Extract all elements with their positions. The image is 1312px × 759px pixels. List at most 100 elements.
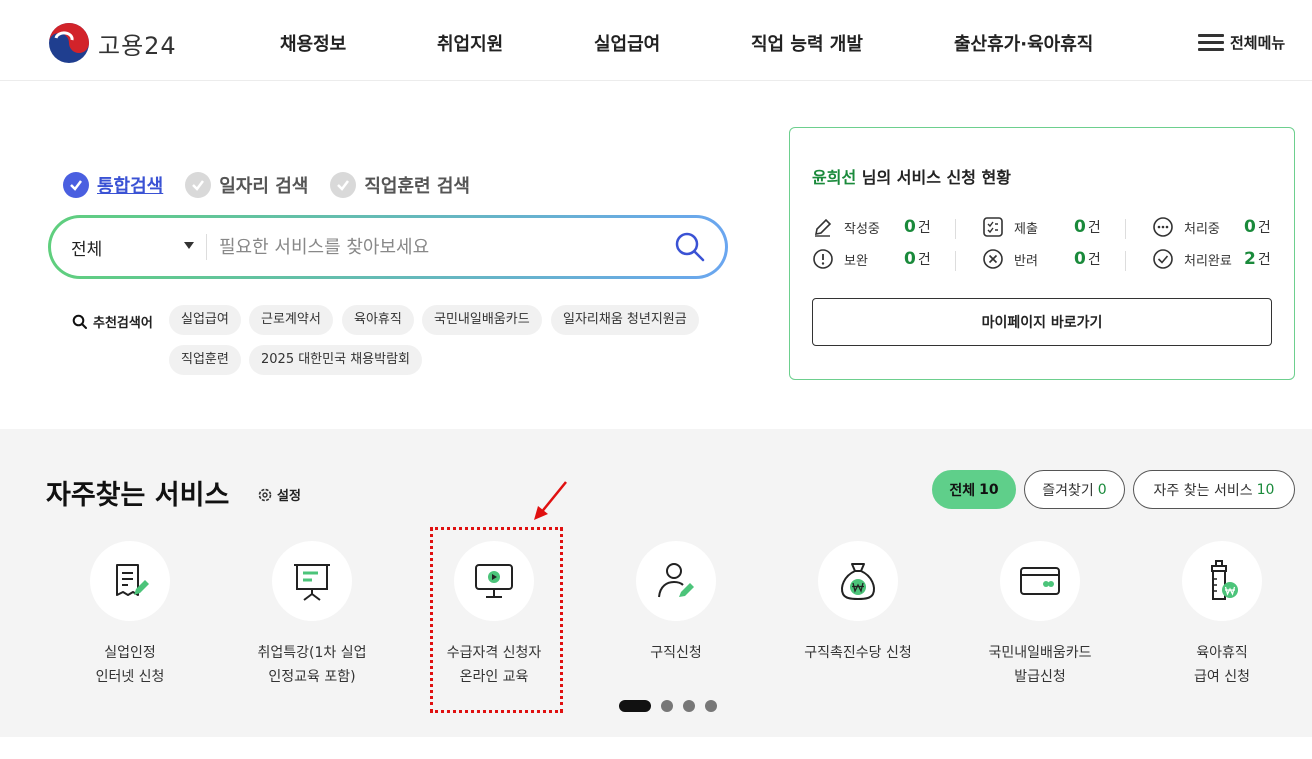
filter-label: 즐겨찾기 [1042, 482, 1094, 499]
card-icon [1020, 567, 1060, 595]
presentation-board-icon [294, 564, 330, 601]
service-employment-lecture[interactable]: 취업특강(1차 실업 인정교육 포함) [227, 541, 397, 689]
tab-training-search[interactable]: 직업훈련 검색 [330, 172, 470, 198]
person-pen-icon [658, 563, 694, 598]
stat-label: 반려 [1014, 253, 1038, 269]
service-job-application[interactable]: 구직신청 [591, 541, 761, 665]
service-label: 실업인정 인터넷 신청 [95, 645, 165, 685]
stat-count: 2 [1244, 249, 1256, 269]
service-label: 취업특강(1차 실업 인정교육 포함) [257, 645, 367, 685]
keyword-chip[interactable]: 근로계약서 [249, 305, 333, 335]
keyword-chip[interactable]: 직업훈련 [169, 345, 241, 375]
divider [1125, 251, 1126, 271]
all-menu-label: 전체메뉴 [1230, 34, 1286, 52]
stat-count: 0 [1074, 249, 1086, 269]
stat-unit: 건 [917, 252, 931, 268]
recommend-label-text: 추천검색어 [93, 316, 153, 331]
settings-label: 설정 [277, 489, 301, 504]
stat-rejected[interactable]: 반려 0건 [982, 248, 1101, 270]
site-logo[interactable]: 고용24 [48, 22, 177, 64]
tab-job-search[interactable]: 일자리 검색 [185, 172, 308, 198]
search-input[interactable] [219, 231, 659, 263]
filter-count: 10 [1256, 481, 1275, 498]
user-name: 윤희선 [812, 168, 857, 187]
keyword-chip[interactable]: 2025 대한민국 채용박람회 [249, 345, 422, 375]
keyword-chip[interactable]: 국민내일배움카드 [422, 305, 542, 335]
filter-all-button[interactable]: 전체 10 [932, 470, 1016, 509]
mypage-button[interactable]: 마이페이지 바로가기 [812, 298, 1272, 346]
keyword-chip[interactable]: 실업급여 [169, 305, 241, 335]
caret-down-icon [184, 242, 194, 249]
stat-unit: 건 [1257, 252, 1271, 268]
filter-label: 자주 찾는 서비스 [1153, 482, 1253, 499]
keyword-chip[interactable]: 일자리채움 청년지원금 [551, 305, 699, 335]
service-status-card: 윤희선 님의 서비스 신청 현황 작성중 0건 제출 0건 처리중 0건 보완 … [789, 127, 1295, 380]
keyword-chip[interactable]: 육아휴직 [342, 305, 414, 335]
stat-label: 처리중 [1184, 221, 1220, 237]
service-job-seeking-allowance[interactable]: 구직촉진수당 신청 [773, 541, 943, 665]
tab-label: 직업훈련 검색 [364, 176, 470, 197]
x-circle-icon [983, 249, 1003, 269]
search-button[interactable] [673, 230, 707, 268]
stat-submitted[interactable]: 제출 0건 [982, 216, 1101, 238]
pagination-dot-3[interactable] [683, 700, 695, 712]
filter-frequent-button[interactable]: 자주 찾는 서비스 10 [1133, 470, 1295, 509]
pagination-dot-2[interactable] [661, 700, 673, 712]
annotation-arrow-icon [534, 481, 567, 520]
search-category-value: 전체 [71, 240, 103, 260]
status-card-title: 윤희선 님의 서비스 신청 현황 [812, 164, 1011, 188]
recommended-keywords-label: 추천검색어 [72, 312, 153, 331]
service-icon-circle [818, 541, 898, 621]
alert-icon [813, 249, 833, 269]
stat-label: 보완 [844, 253, 868, 269]
pagination-dot-1[interactable] [619, 700, 651, 712]
checklist-icon [983, 217, 1003, 237]
check-circle-icon [1153, 249, 1173, 269]
service-label: 구직신청 [650, 645, 702, 661]
favorite-services-section: 자주찾는 서비스 설정 전체 10 즐겨찾기 0 자주 찾는 서비스 10 실업… [0, 429, 1312, 737]
filter-bookmarks-button[interactable]: 즐겨찾기 0 [1024, 470, 1125, 509]
service-icon-circle [1182, 541, 1262, 621]
stat-processing[interactable]: 처리중 0건 [1152, 216, 1271, 238]
check-icon [185, 172, 212, 198]
search-icon [675, 232, 705, 262]
stat-count: 0 [1244, 217, 1256, 237]
divider [955, 251, 956, 271]
service-unemployment-recognition[interactable]: 실업인정 인터넷 신청 [45, 541, 215, 689]
stat-writing[interactable]: 작성중 0건 [812, 216, 931, 238]
document-pen-icon [116, 564, 149, 596]
pencil-icon [814, 218, 832, 237]
settings-button[interactable]: 설정 [257, 485, 301, 504]
baby-bottle-icon [1211, 560, 1238, 600]
search-tabs: 통합검색 일자리 검색 직업훈련 검색 [63, 172, 470, 198]
emblem-icon [49, 23, 89, 63]
service-label: 육아휴직 급여 신청 [1194, 645, 1250, 685]
divider [1125, 219, 1126, 239]
service-learning-card[interactable]: 국민내일배움카드 발급신청 [955, 541, 1125, 689]
filter-label: 전체 [949, 482, 976, 499]
annotation-highlight-box [430, 527, 563, 713]
nav-parental-leave[interactable]: 출산휴가·육아휴직 [954, 30, 1093, 56]
check-icon [330, 172, 357, 198]
nav-job-info[interactable]: 채용정보 [280, 30, 346, 56]
gear-icon [258, 488, 272, 501]
all-menu-button[interactable]: 전체메뉴 [1198, 30, 1285, 55]
tab-label: 일자리 검색 [219, 176, 309, 197]
stat-unit: 건 [1087, 252, 1101, 268]
nav-employment-support[interactable]: 취업지원 [437, 30, 503, 56]
service-parental-leave-benefit[interactable]: 육아휴직 급여 신청 [1137, 541, 1307, 689]
pagination-dot-4[interactable] [705, 700, 717, 712]
stat-supplement[interactable]: 보완 0건 [812, 248, 931, 270]
stat-count: 0 [1074, 217, 1086, 237]
more-icon [1153, 217, 1173, 237]
status-title-suffix: 님의 서비스 신청 현황 [856, 168, 1011, 187]
stat-label: 작성중 [844, 221, 880, 237]
service-label: 국민내일배움카드 발급신청 [988, 645, 1092, 685]
nav-unemployment-benefit[interactable]: 실업급여 [594, 30, 660, 56]
stat-label: 제출 [1014, 221, 1038, 237]
stat-completed[interactable]: 처리완료 2건 [1152, 248, 1271, 270]
divider [955, 219, 956, 239]
nav-vocational-training[interactable]: 직업 능력 개발 [751, 30, 863, 56]
tab-integrated-search[interactable]: 통합검색 [63, 172, 163, 198]
divider [206, 234, 207, 260]
